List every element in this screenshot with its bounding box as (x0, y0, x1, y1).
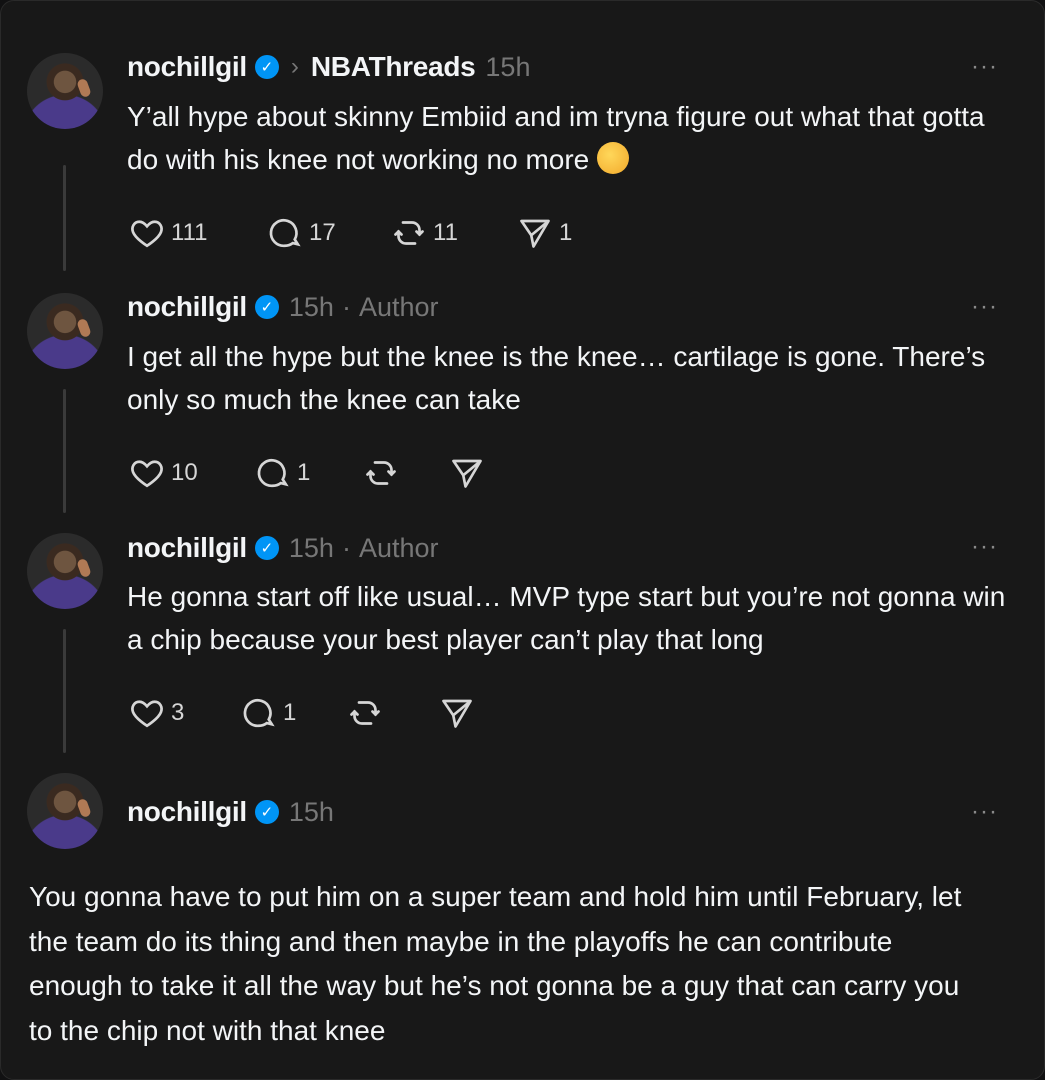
avatar[interactable] (27, 533, 103, 609)
thread-connector-line (63, 165, 66, 271)
more-options-icon[interactable]: ··· (971, 798, 998, 826)
post-text-container: Y’all hype about skinny Embiid and im tr… (127, 95, 1007, 181)
repost-button[interactable]: 11 (391, 215, 517, 251)
comment-icon (257, 458, 289, 488)
share-button[interactable] (439, 695, 499, 731)
avatar[interactable] (27, 773, 103, 849)
separator-dot: · (341, 291, 351, 322)
avatar[interactable] (27, 293, 103, 369)
like-button[interactable]: 10 (129, 455, 215, 491)
author-label: Author (358, 291, 439, 322)
post-actions: 3 1 (129, 693, 499, 733)
like-count: 3 (171, 699, 185, 726)
post-actions: 111 17 11 1 (129, 213, 597, 253)
more-options-icon[interactable]: ··· (971, 293, 998, 321)
post-header: nochillgil ✓ 15h (127, 792, 334, 832)
post-text: You gonna have to put him on a super tea… (29, 881, 962, 1046)
send-icon (452, 459, 482, 488)
verified-badge-icon: ✓ (254, 800, 279, 824)
post-time[interactable]: 15h (289, 292, 334, 323)
share-button[interactable]: 1 (517, 215, 597, 251)
threads-panel: nochillgil ✓ › NBAThreads 15h ··· Y’all … (0, 0, 1045, 1080)
send-icon (442, 699, 472, 728)
reply-button[interactable]: 17 (267, 215, 391, 251)
post-header: nochillgil ✓ 15h · Author (127, 287, 439, 327)
heart-icon (131, 220, 163, 248)
comment-icon (269, 218, 301, 248)
thread-connector-line (63, 389, 66, 513)
more-options-icon[interactable]: ··· (971, 53, 998, 81)
verified-badge-icon: ✓ (254, 536, 279, 560)
reply-count: 1 (283, 699, 297, 726)
chevron-right-icon: › (290, 53, 299, 80)
like-count: 111 (171, 219, 208, 246)
avatar[interactable] (27, 53, 103, 129)
comment-icon (243, 698, 275, 728)
community-link[interactable]: NBAThreads (311, 51, 476, 83)
repost-icon (350, 701, 380, 725)
repost-button[interactable] (363, 455, 449, 491)
author-label: Author (358, 532, 439, 563)
username[interactable]: nochillgil (127, 291, 247, 323)
username[interactable]: nochillgil (127, 51, 247, 83)
share-button[interactable] (449, 455, 509, 491)
like-button[interactable]: 3 (129, 695, 207, 731)
separator-dot: · (341, 532, 351, 563)
post-time[interactable]: 15h (485, 52, 530, 83)
username[interactable]: nochillgil (127, 796, 247, 828)
reply-button[interactable]: 1 (241, 695, 347, 731)
verified-badge-icon: ✓ (254, 295, 279, 319)
post-header: nochillgil ✓ › NBAThreads 15h (127, 47, 530, 87)
send-icon (520, 219, 550, 248)
reply-button[interactable]: 1 (255, 455, 363, 491)
thread-connector-line (63, 629, 66, 753)
verified-badge-icon: ✓ (254, 55, 279, 79)
post-actions: 10 1 (129, 453, 509, 493)
username[interactable]: nochillgil (127, 532, 247, 564)
post-text: I get all the hype but the knee is the k… (127, 341, 986, 415)
flushed-face-emoji-icon (597, 142, 630, 174)
repost-count: 11 (433, 219, 458, 246)
post-header: nochillgil ✓ 15h · Author (127, 528, 439, 568)
post-time[interactable]: 15h (289, 533, 334, 564)
post-time[interactable]: 15h (289, 797, 334, 828)
repost-icon (366, 461, 396, 485)
like-button[interactable]: 111 (129, 215, 237, 251)
repost-icon (394, 221, 424, 245)
reply-count: 1 (297, 459, 311, 486)
repost-button[interactable] (347, 695, 439, 731)
heart-icon (131, 700, 163, 728)
more-options-icon[interactable]: ··· (971, 533, 998, 561)
post-text: He gonna start off like usual… MVP type … (127, 581, 1006, 655)
like-count: 10 (171, 459, 198, 486)
post-text: Y’all hype about skinny Embiid and im tr… (127, 101, 985, 175)
heart-icon (131, 460, 163, 488)
share-count: 1 (559, 219, 573, 246)
reply-count: 17 (309, 219, 336, 246)
